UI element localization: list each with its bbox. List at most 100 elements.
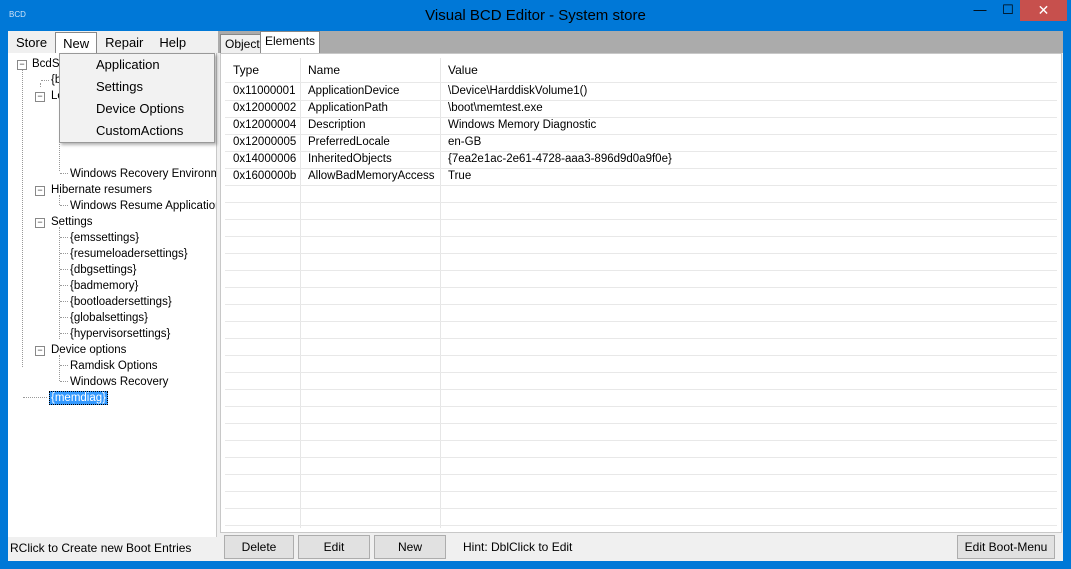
- table-row: [225, 423, 1057, 441]
- collapse-icon[interactable]: −: [35, 186, 45, 196]
- tree-line: [60, 333, 68, 334]
- tree-line: [40, 83, 41, 87]
- tree-line: [60, 317, 68, 318]
- menu-item-application[interactable]: Application: [60, 54, 214, 76]
- cell-name[interactable]: Description: [308, 117, 366, 134]
- tree-node-hibernate[interactable]: Hibernate resumers: [51, 182, 152, 198]
- cell-value[interactable]: Windows Memory Diagnostic: [448, 117, 596, 134]
- cell-type[interactable]: 0x12000004: [233, 117, 296, 134]
- tree-line: [60, 253, 68, 254]
- tree-node-resume-app[interactable]: Windows Resume Application: [70, 198, 216, 214]
- collapse-icon[interactable]: −: [35, 346, 45, 356]
- bottom-toolbar: Delete Edit New Hint: DblClick to Edit E…: [220, 533, 1063, 561]
- tree-node-setting[interactable]: {badmemory}: [70, 278, 138, 294]
- menu-repair[interactable]: Repair: [97, 31, 151, 53]
- tree-node-settings[interactable]: Settings: [51, 214, 93, 230]
- grid-header: Type Name Value: [225, 58, 1057, 83]
- table-row: [225, 321, 1057, 339]
- tree-line: [41, 80, 49, 81]
- table-row: [225, 185, 1057, 203]
- elements-grid[interactable]: Type Name Value 0x11000001 ApplicationDev…: [220, 53, 1062, 533]
- table-row[interactable]: 0x12000005 PreferredLocale en-GB: [225, 134, 1057, 152]
- table-row: [225, 287, 1057, 305]
- collapse-icon[interactable]: −: [35, 92, 45, 102]
- table-row: [225, 338, 1057, 356]
- table-row: [225, 508, 1057, 526]
- table-row: [225, 491, 1057, 509]
- tree-node-setting[interactable]: {emssettings}: [70, 230, 139, 246]
- menu-new[interactable]: New: [55, 32, 98, 54]
- tree-node-memdiag[interactable]: {memdiag}: [49, 391, 108, 405]
- menu-item-customactions[interactable]: CustomActions: [60, 120, 214, 142]
- tree-node-recovery-env[interactable]: Windows Recovery Environme: [70, 166, 216, 182]
- cell-name[interactable]: ApplicationPath: [308, 100, 388, 117]
- table-row[interactable]: 0x1600000b AllowBadMemoryAccess True: [225, 168, 1057, 186]
- tree-line: [22, 67, 23, 367]
- table-row: [225, 457, 1057, 475]
- tree-line: [60, 205, 68, 206]
- tab-strip: Object Elements: [218, 31, 1063, 53]
- menu-item-settings[interactable]: Settings: [60, 76, 214, 98]
- tree-line: [60, 173, 68, 174]
- close-icon[interactable]: ✕: [1020, 0, 1067, 21]
- table-row: [225, 440, 1057, 458]
- cell-type[interactable]: 0x12000002: [233, 100, 296, 117]
- table-row: [225, 202, 1057, 220]
- table-row[interactable]: 0x14000006 InheritedObjects {7ea2e1ac-2e61…: [225, 151, 1057, 169]
- menu-item-device-options[interactable]: Device Options: [60, 98, 214, 120]
- table-row: [225, 219, 1057, 237]
- header-type[interactable]: Type: [233, 58, 259, 82]
- tab-object[interactable]: Object: [220, 34, 265, 53]
- tree-node-memdiag-wrap: {memdiag}: [49, 390, 108, 406]
- tree-node-device-options[interactable]: Device options: [51, 342, 126, 358]
- tree-node-device[interactable]: Ramdisk Options: [70, 358, 158, 374]
- menu-help[interactable]: Help: [151, 31, 194, 53]
- edit-boot-menu-button[interactable]: Edit Boot-Menu: [957, 535, 1055, 559]
- cell-value[interactable]: \Device\HarddiskVolume1(): [448, 83, 587, 100]
- table-row: [225, 389, 1057, 407]
- menu-store[interactable]: Store: [8, 31, 55, 53]
- table-row: [225, 474, 1057, 492]
- tree-node-setting[interactable]: {hypervisorsettings}: [70, 326, 170, 342]
- tree-node-setting[interactable]: {bootloadersettings}: [70, 294, 172, 310]
- tree-node-setting[interactable]: {dbgsettings}: [70, 262, 137, 278]
- tree-line: [60, 285, 68, 286]
- hint-text: Hint: DblClick to Edit: [463, 540, 573, 554]
- cell-name[interactable]: ApplicationDevice: [308, 83, 399, 100]
- table-row[interactable]: 0x12000004 Description Windows Memory Diag…: [225, 117, 1057, 135]
- client-area: Store New Repair Help − BcdSt {b − Lo Wi…: [8, 31, 1063, 561]
- cell-name[interactable]: PreferredLocale: [308, 134, 390, 151]
- table-row: [225, 372, 1057, 390]
- menu-bar: Store New Repair Help: [8, 31, 218, 54]
- new-button[interactable]: New: [374, 535, 446, 559]
- collapse-icon[interactable]: −: [17, 60, 27, 70]
- cell-value[interactable]: {7ea2e1ac-2e61-4728-aaa3-896d9d0a9f0e}: [448, 151, 672, 168]
- cell-type[interactable]: 0x14000006: [233, 151, 296, 168]
- header-value[interactable]: Value: [448, 58, 478, 82]
- header-name[interactable]: Name: [308, 58, 340, 82]
- cell-value[interactable]: True: [448, 168, 471, 185]
- tree-node-setting[interactable]: {resumeloadersettings}: [70, 246, 188, 262]
- cell-name[interactable]: AllowBadMemoryAccess: [308, 168, 435, 185]
- table-row: [225, 406, 1057, 424]
- cell-value[interactable]: \boot\memtest.exe: [448, 100, 543, 117]
- cell-type[interactable]: 0x1600000b: [233, 168, 296, 185]
- tree-line: [59, 355, 60, 381]
- tree-line: [60, 269, 68, 270]
- cell-name[interactable]: InheritedObjects: [308, 151, 392, 168]
- table-row[interactable]: 0x12000002 ApplicationPath \boot\memtest.e…: [225, 100, 1057, 118]
- tree-node-setting[interactable]: {globalsettings}: [70, 310, 148, 326]
- cell-type[interactable]: 0x11000001: [233, 83, 295, 100]
- title-bar: BCD Visual BCD Editor - System store — ☐…: [0, 0, 1071, 31]
- cell-type[interactable]: 0x12000005: [233, 134, 296, 151]
- cell-value[interactable]: en-GB: [448, 134, 481, 151]
- collapse-icon[interactable]: −: [35, 218, 45, 228]
- table-row[interactable]: 0x11000001 ApplicationDevice \Device\Hardd…: [225, 83, 1057, 101]
- tree-line: [60, 365, 68, 366]
- tree-node-device[interactable]: Windows Recovery: [70, 374, 168, 390]
- delete-button[interactable]: Delete: [224, 535, 294, 559]
- tab-elements[interactable]: Elements: [260, 31, 321, 53]
- edit-button[interactable]: Edit: [298, 535, 370, 559]
- tree-line: [59, 227, 60, 339]
- new-dropdown-menu: Application Settings Device Options Cust…: [59, 53, 215, 143]
